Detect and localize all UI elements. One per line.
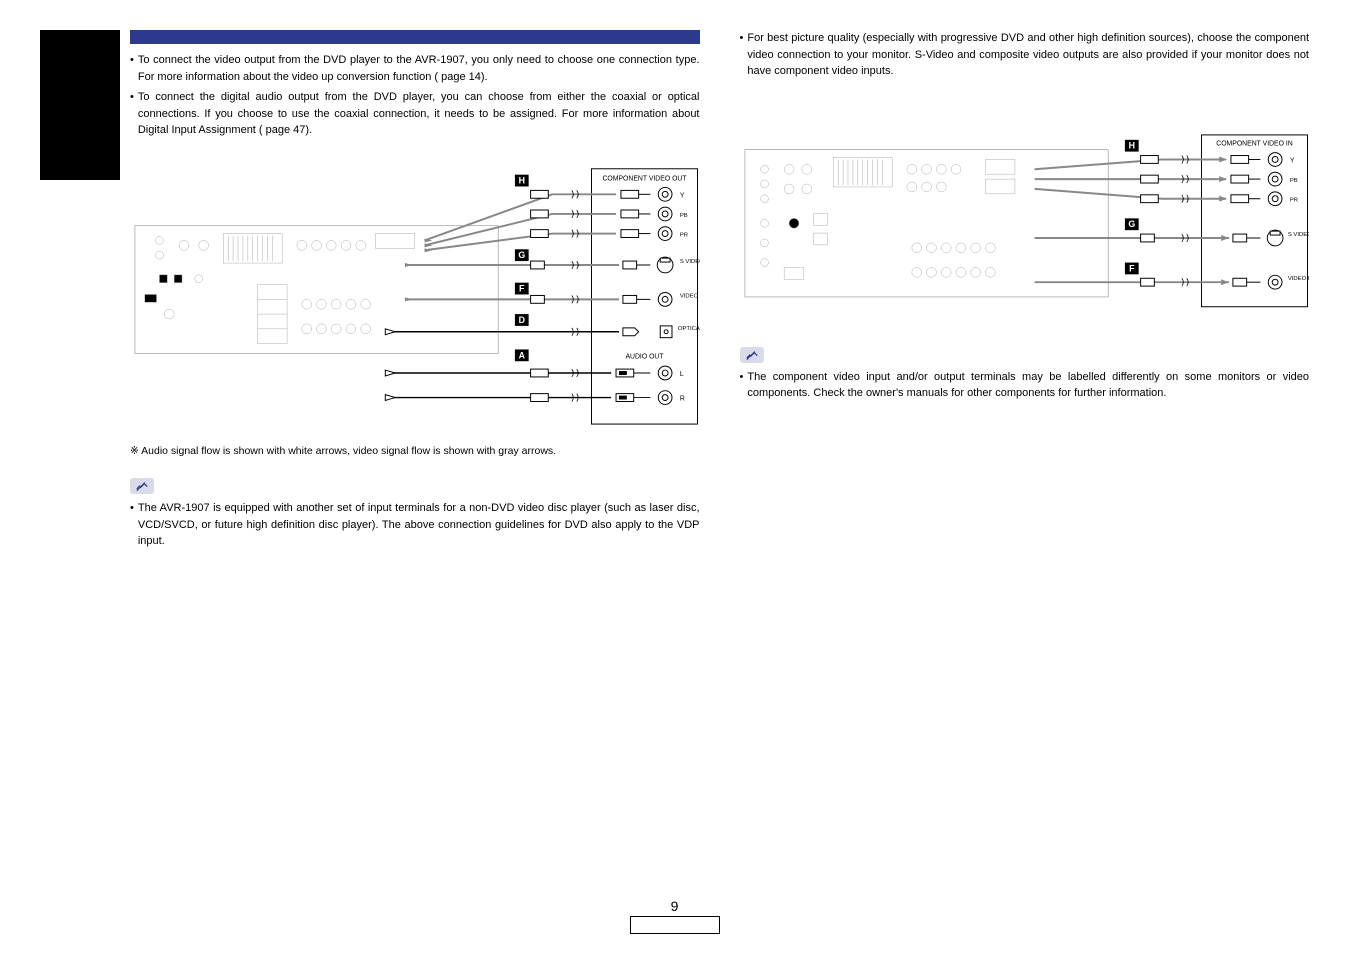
body-bullet: • For best picture quality (especially w…	[740, 30, 1310, 80]
svg-text:D: D	[519, 314, 525, 324]
svg-text:G: G	[518, 250, 525, 260]
svg-text:F: F	[519, 283, 525, 293]
svg-text:H: H	[1128, 140, 1134, 150]
svg-text:Y: Y	[1289, 157, 1294, 164]
footnote: ※ Audio signal flow is shown with white …	[130, 444, 700, 460]
svg-text:PR: PR	[1289, 197, 1297, 203]
diagram-svg: COMPONENT VIDEO OUT Y PB PR	[130, 157, 700, 432]
svg-text:PB: PB	[1289, 178, 1297, 184]
body-bullet: • To connect the digital audio output fr…	[130, 89, 700, 139]
body-bullet: • To connect the video output from the D…	[130, 52, 700, 85]
diagram-svg: COMPONENT VIDEO IN Y PB PR S VIDEO IN	[740, 130, 1310, 326]
note-bullet: • The AVR-1907 is equipped with another …	[130, 500, 700, 550]
page-number: 9	[630, 898, 720, 934]
svg-text:A: A	[519, 350, 526, 360]
note-icon	[740, 347, 764, 363]
svg-text:Y: Y	[680, 192, 685, 199]
page-number-box	[630, 916, 720, 934]
right-column: • For best picture quality (especially w…	[740, 30, 1310, 554]
svg-text:AUDIO OUT: AUDIO OUT	[625, 353, 664, 360]
svg-text:L: L	[680, 370, 684, 377]
left-column: • To connect the video output from the D…	[130, 30, 700, 554]
svg-text:VIDEO IN: VIDEO IN	[1287, 276, 1309, 282]
svg-text:PB: PB	[680, 212, 688, 218]
connection-diagram-dvd: COMPONENT VIDEO OUT Y PB PR	[130, 157, 700, 435]
svg-text:H: H	[519, 175, 525, 185]
note-bullet: • The component video input and/or outpu…	[740, 369, 1310, 402]
connection-diagram-monitor: COMPONENT VIDEO IN Y PB PR S VIDEO IN	[740, 130, 1310, 329]
bullet-text: To connect the digital audio output from…	[138, 89, 700, 139]
svg-text:OPTICAL OUT: OPTICAL OUT	[678, 325, 700, 331]
svg-text:COMPONENT VIDEO IN: COMPONENT VIDEO IN	[1216, 140, 1293, 147]
svg-text:PR: PR	[680, 232, 688, 238]
section-title-bar	[130, 30, 700, 44]
svg-text:S VIDEO OUT: S VIDEO OUT	[680, 259, 700, 265]
svg-text:R: R	[680, 395, 685, 402]
component-jacks: Y PB PR	[621, 187, 688, 240]
svg-text:G: G	[1128, 219, 1135, 229]
sidebar-black-tab	[40, 30, 120, 180]
panel-title: COMPONENT VIDEO OUT	[602, 175, 687, 182]
footnote-marker: ※	[130, 445, 141, 457]
svg-text:VIDEO OUT: VIDEO OUT	[680, 293, 700, 299]
note-icon	[130, 478, 154, 494]
svg-text:F: F	[1129, 263, 1135, 273]
bullet-text: To connect the video output from the DVD…	[138, 52, 700, 85]
svg-text:S VIDEO IN: S VIDEO IN	[1287, 232, 1309, 238]
